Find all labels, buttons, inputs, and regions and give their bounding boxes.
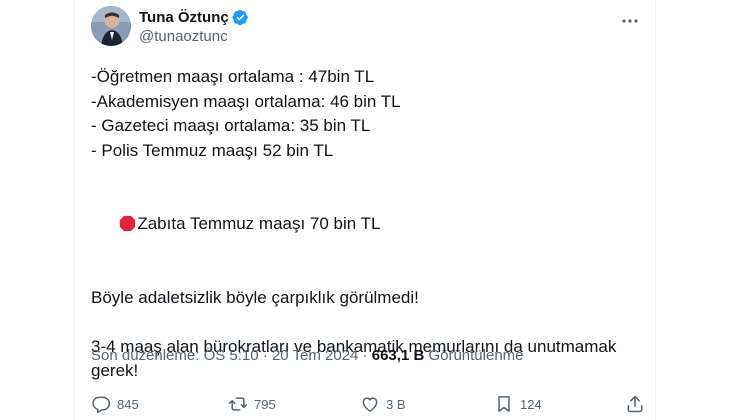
tweet-meta: Son düzenleme: ÖS 5:10 · 20 Tem 2024 · 6… — [91, 347, 524, 364]
more-dots-icon — [622, 19, 638, 23]
tweet-highlight-text: Zabıta Temmuz maaşı 70 bin TL — [137, 214, 381, 233]
tweet-header: Tuna Öztunç @tunaoztunc — [91, 6, 641, 54]
author-handle[interactable]: @tunaoztunc — [139, 28, 249, 45]
tweet-line-4: - Polis Temmuz maaşı 52 bin TL — [91, 140, 334, 160]
views-count: 663,1 B — [371, 347, 425, 364]
author-names: Tuna Öztunç @tunaoztunc — [139, 8, 249, 45]
stop-sign-icon — [120, 215, 136, 232]
bookmark-count: 124 — [520, 396, 542, 412]
reply-button[interactable]: 845 — [91, 394, 139, 414]
avatar[interactable] — [91, 6, 131, 46]
tweet-card: Tuna Öztunç @tunaoztunc -Öğretmen maaşı … — [74, 0, 656, 420]
heart-icon — [362, 397, 378, 412]
edited-timestamp[interactable]: Son düzenleme: ÖS 5:10 · 20 Tem 2024 · — [91, 347, 372, 364]
more-options-button[interactable] — [619, 10, 641, 32]
tweet-line-2: -Akademisyen maaşı ortalama: 46 bin TL — [91, 91, 401, 111]
tweet-paragraph-1: Böyle adaletsizlik böyle çarpıklık görül… — [91, 287, 419, 307]
like-count: 3 B — [386, 396, 406, 412]
avatar-photo — [91, 6, 131, 46]
retweet-count: 795 — [254, 396, 276, 412]
tweet-highlight-line: Zabıta Temmuz maaşı 70 bin TL — [91, 188, 641, 262]
tweet-line-3: - Gazeteci maaşı ortalama: 35 bin TL — [91, 116, 371, 135]
tweet-actions: 845 795 3 B 124 — [91, 390, 643, 420]
reply-icon — [92, 396, 111, 414]
retweet-button[interactable]: 795 — [228, 394, 276, 414]
share-button[interactable] — [625, 394, 645, 414]
reply-count: 845 — [117, 396, 139, 412]
verified-badge-icon — [232, 9, 248, 26]
bookmark-icon — [498, 396, 510, 412]
like-button[interactable]: 3 B — [360, 394, 406, 414]
tweet-text: -Öğretmen maaşı ortalama : 47bin TL -Aka… — [91, 65, 641, 384]
retweet-icon — [228, 397, 248, 411]
share-icon — [627, 395, 643, 413]
author-display-name[interactable]: Tuna Öztunç — [139, 9, 229, 26]
bookmark-button[interactable]: 124 — [494, 394, 542, 414]
tweet-line-1: -Öğretmen maaşı ortalama : 47bin TL — [91, 67, 375, 86]
views-label: Görüntülenme — [424, 347, 524, 364]
